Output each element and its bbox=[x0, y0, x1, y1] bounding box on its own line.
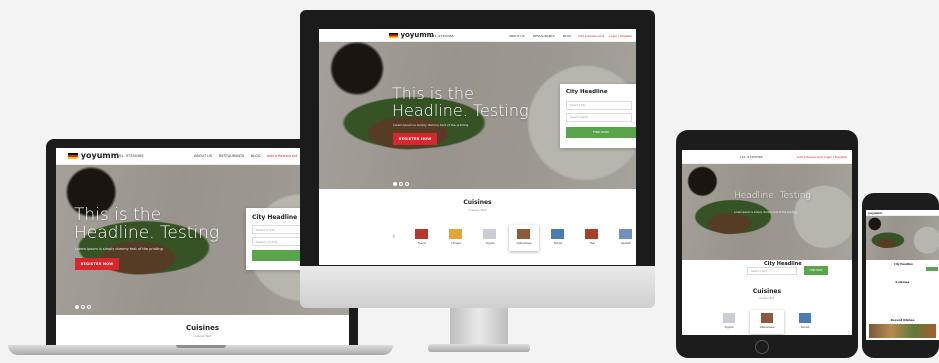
hero-title: This is the Headline. Testing bbox=[392, 84, 529, 120]
cuisines-subtitle: Cuisine Text bbox=[468, 208, 487, 212]
cuisine-icon bbox=[799, 313, 811, 323]
add-restaurant-link[interactable]: Add a Restaurant bbox=[797, 155, 823, 159]
cuisine-label: Vietnamese bbox=[516, 242, 532, 245]
register-button[interactable]: REGISTER NOW bbox=[393, 133, 437, 145]
tablet-screen: +91- 97350365 Add a Restaurant Login | R… bbox=[682, 150, 852, 335]
phone-number: +91- 97350365 bbox=[739, 155, 763, 159]
phone-screen: yoyumm City Headline Cuisines Recent Dis… bbox=[866, 210, 939, 340]
cuisines-title: Cuisines bbox=[463, 199, 492, 206]
navbar: yoyumm +91- 97350365 ABOUT US RESTAURANT… bbox=[319, 29, 636, 42]
select-locality[interactable]: Select Locality bbox=[566, 113, 632, 122]
cuisine-label: Turkish bbox=[800, 326, 810, 329]
add-restaurant-link[interactable]: Add a Restaurant bbox=[267, 154, 297, 158]
imac-stand bbox=[450, 308, 508, 346]
cuisines-subtitle: Cuisine Text bbox=[759, 297, 775, 300]
hero-title: Headline. Testing bbox=[734, 191, 811, 201]
cuisine-label: Turkish bbox=[553, 242, 563, 245]
register-button[interactable]: REGISTER NOW bbox=[75, 258, 119, 270]
cuisine-label: Yogurts bbox=[485, 242, 495, 245]
imac-foot bbox=[428, 344, 530, 352]
cuisine-item[interactable]: Thai bbox=[577, 225, 607, 251]
nav-restaurants[interactable]: RESTAURANTS bbox=[533, 34, 555, 38]
cuisine-label: Yogurts bbox=[724, 326, 734, 329]
cuisine-item[interactable]: Spanish bbox=[611, 225, 636, 251]
hero-subtitle: Lorem Ipsum is simply dummy text of the … bbox=[75, 247, 163, 251]
cuisine-icon bbox=[761, 313, 773, 323]
imac-screen: yoyumm +91- 97350365 ABOUT US RESTAURANT… bbox=[319, 29, 636, 265]
card-title: City Headline bbox=[894, 263, 913, 266]
cuisine-item[interactable]: Turkish bbox=[788, 310, 822, 334]
find-button[interactable]: FIND NOW bbox=[804, 266, 828, 275]
cuisine-item[interactable]: Turkish bbox=[543, 225, 573, 251]
find-button[interactable] bbox=[926, 267, 938, 271]
select-city[interactable]: Select a City bbox=[566, 101, 632, 110]
recent-dishes-strip bbox=[869, 324, 936, 338]
cuisine-icon bbox=[551, 229, 564, 239]
cuisine-item[interactable]: French bbox=[407, 225, 437, 251]
nav-blog[interactable]: BLOG bbox=[563, 34, 571, 38]
cuisine-label: Spanish bbox=[621, 242, 631, 245]
phone-number: +91- 97350365 bbox=[430, 33, 454, 38]
hero-subtitle: Lorem Ipsum is simply dummy text of the … bbox=[734, 211, 797, 214]
logo-text: yoyumm bbox=[868, 211, 883, 215]
cuisine-label: Thai bbox=[589, 242, 595, 245]
card-title: City Headline bbox=[252, 214, 298, 221]
nav-restaurants[interactable]: RESTAURANTS bbox=[219, 154, 244, 158]
login-link[interactable]: Login | Register bbox=[609, 34, 632, 38]
login-link[interactable]: Login | Register bbox=[824, 155, 847, 159]
cuisine-label: French bbox=[417, 242, 427, 245]
cuisine-icon bbox=[415, 229, 428, 239]
logo-text: yoyumm bbox=[400, 31, 434, 39]
cuisine-icon bbox=[483, 229, 496, 239]
cuisine-item[interactable]: Yogurts bbox=[712, 310, 746, 334]
cuisine-item[interactable]: Chinese bbox=[441, 225, 471, 251]
cuisine-label: Chinese bbox=[451, 242, 461, 245]
cuisines-title: Cuisines bbox=[186, 324, 219, 332]
cuisine-icon bbox=[619, 229, 632, 239]
hero-banner: Headline. Testing Lorem Ipsum is simply … bbox=[682, 164, 852, 260]
hero-title: This is the Headline. Testing bbox=[74, 205, 220, 243]
find-button[interactable]: FIND NOW bbox=[566, 127, 636, 138]
cuisines-subtitle: Cuisine Text bbox=[193, 334, 212, 338]
laptop-notch bbox=[176, 345, 226, 348]
logo[interactable]: yoyumm bbox=[868, 211, 882, 215]
recent-dishes-title: Recent Dishes bbox=[890, 318, 915, 322]
hero-banner: This is the Headline. Testing Lorem Ipsum… bbox=[319, 42, 636, 189]
devices-mockup: yoyumm +91- 97350365 ABOUT US RESTAURANT… bbox=[0, 0, 939, 363]
carousel-dots[interactable] bbox=[393, 173, 411, 189]
hero-subtitle: Lorem Ipsum is simply dummy text of the … bbox=[393, 123, 469, 127]
cuisine-item[interactable]: Vietnamese bbox=[750, 310, 784, 334]
nav-about[interactable]: ABOUT US bbox=[509, 34, 525, 38]
select-locality[interactable]: Select Locality bbox=[252, 237, 302, 246]
cuisine-item[interactable]: Vietnamese bbox=[509, 225, 539, 251]
cuisine-icon bbox=[517, 229, 530, 239]
hero-banner bbox=[866, 216, 939, 260]
cuisines-title: Cuisines bbox=[895, 280, 910, 284]
logo[interactable]: yoyumm bbox=[389, 31, 434, 39]
navbar: +91- 97350365 Add a Restaurant Login | R… bbox=[682, 150, 852, 164]
carousel-dots[interactable] bbox=[75, 296, 93, 314]
select-city[interactable]: Select a City bbox=[252, 225, 302, 234]
search-card: City Headline Select a City Select Local… bbox=[560, 84, 636, 148]
imac-chin bbox=[300, 266, 655, 308]
prev-arrow[interactable]: ‹ bbox=[392, 232, 396, 242]
add-restaurant-link[interactable]: Add a Restaurant bbox=[578, 34, 604, 38]
cuisine-icon bbox=[723, 313, 735, 323]
nav-blog[interactable]: BLOG bbox=[251, 154, 261, 158]
cuisine-item[interactable]: Yogurts bbox=[475, 225, 505, 251]
card-title: City Headline bbox=[566, 89, 608, 95]
logo[interactable]: yoyumm bbox=[68, 151, 119, 160]
cuisine-icon bbox=[449, 229, 462, 239]
logo-text: yoyumm bbox=[80, 151, 120, 160]
tablet-home-button[interactable] bbox=[755, 340, 769, 354]
phone-number: +91- 97350365 bbox=[116, 154, 144, 158]
cuisine-icon bbox=[585, 229, 598, 239]
nav-about[interactable]: ABOUT US bbox=[194, 154, 212, 158]
select-city[interactable]: Select a City bbox=[747, 267, 797, 275]
cuisine-label: Vietnamese bbox=[759, 326, 775, 329]
cuisines-title: Cuisines bbox=[752, 288, 782, 295]
